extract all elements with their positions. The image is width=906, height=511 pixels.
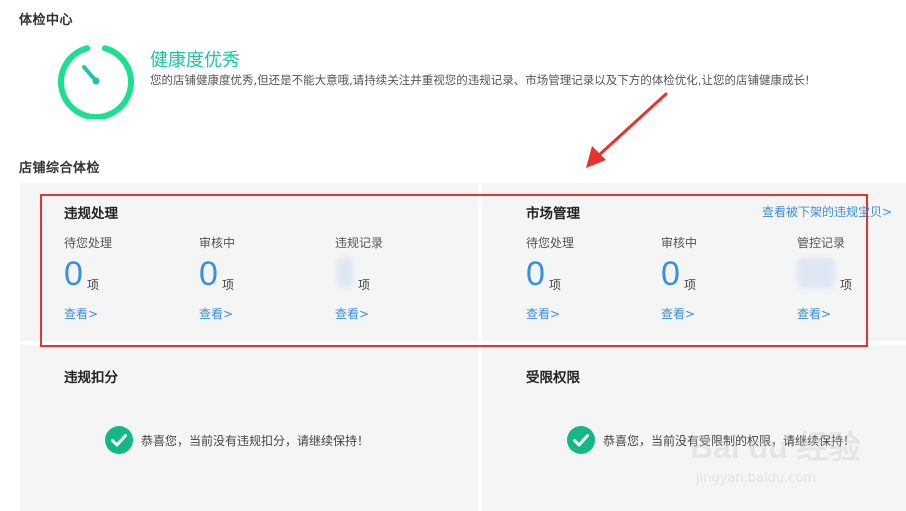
stat-label: 待您处理 <box>526 236 575 250</box>
stat-label: 审核中 <box>199 236 236 250</box>
market-card: 市场管理 查看被下架的违规宝贝> 待您处理 0 项 查看> 审核中 0 项 查看… <box>482 183 906 341</box>
view-link[interactable]: 查看> <box>661 305 695 322</box>
stat-label: 管控记录 <box>797 236 846 250</box>
stat-label: 待您处理 <box>64 236 113 250</box>
stat-value: 0 <box>64 255 83 293</box>
restriction-card: 受限权限 恭喜您，当前没有受限制的权限，请继续保持！ <box>482 345 906 511</box>
view-link[interactable]: 查看> <box>64 305 98 322</box>
blurred-value <box>337 258 353 288</box>
annotation-arrow-icon <box>586 92 668 168</box>
stat-unit: 项 <box>840 278 853 292</box>
store-checkup-title: 店铺综合体检 <box>19 161 101 176</box>
stat-label: 审核中 <box>661 236 698 250</box>
health-status: 健康度优秀 <box>150 50 240 71</box>
checkup-center-title: 体检中心 <box>19 13 74 28</box>
market-title: 市场管理 <box>526 206 580 222</box>
health-description: 您的店铺健康度优秀,但还是不能大意哦,请持续关注并重视您的违规记录、市场管理记录… <box>150 73 810 87</box>
stat-unit: 项 <box>87 278 100 292</box>
deduction-card: 违规扣分 恭喜您，当前没有违规扣分，请继续保持！ <box>20 345 478 511</box>
violation-card: 违规处理 待您处理 0 项 查看> 审核中 0 项 查看> 违规记录 项 查看> <box>20 183 478 341</box>
view-link[interactable]: 查看> <box>526 305 560 322</box>
view-link[interactable]: 查看> <box>797 305 831 322</box>
restriction-status-row: 恭喜您，当前没有受限制的权限，请继续保持！ <box>567 426 855 454</box>
view-link[interactable]: 查看> <box>199 305 233 322</box>
stat-value: 0 <box>526 255 545 293</box>
stat-unit: 项 <box>549 278 562 292</box>
deduction-message: 恭喜您，当前没有违规扣分，请继续保持！ <box>141 433 370 448</box>
restriction-message: 恭喜您，当前没有受限制的权限，请继续保持！ <box>603 433 856 448</box>
violation-title: 违规处理 <box>64 206 118 222</box>
stat-unit: 项 <box>358 278 371 292</box>
check-circle-icon <box>105 426 133 454</box>
deduction-title: 违规扣分 <box>64 370 118 386</box>
view-link[interactable]: 查看> <box>335 305 369 322</box>
deduction-status-row: 恭喜您，当前没有违规扣分，请继续保持！ <box>105 426 369 454</box>
blurred-value <box>797 258 835 288</box>
stat-unit: 项 <box>222 278 235 292</box>
stat-unit: 项 <box>684 278 697 292</box>
view-delisted-link[interactable]: 查看被下架的违规宝贝> <box>762 203 892 220</box>
stat-value: 0 <box>199 255 218 293</box>
restriction-title: 受限权限 <box>526 370 580 386</box>
gauge-icon <box>58 45 134 119</box>
page: 体检中心 健康度优秀 您的店铺健康度优秀,但还是不能大意哦,请持续关注并重视您的… <box>0 0 906 511</box>
stat-label: 违规记录 <box>335 236 384 250</box>
check-circle-icon <box>567 426 595 454</box>
stat-value: 0 <box>661 255 680 293</box>
